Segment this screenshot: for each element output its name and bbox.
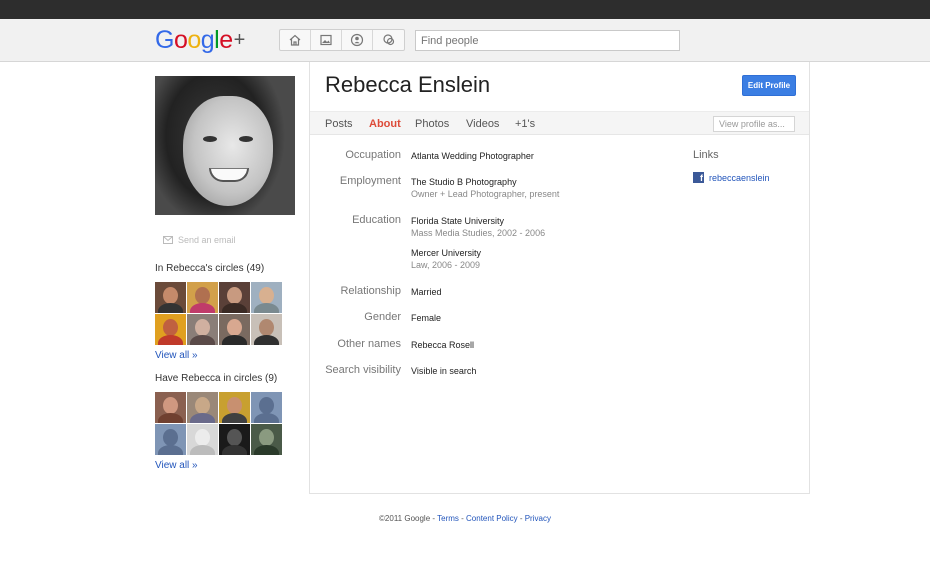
find-people-input[interactable] — [415, 30, 680, 51]
circle-avatar[interactable] — [187, 392, 218, 423]
have-in-circles-title: Have Rebecca in circles (9) — [155, 373, 278, 384]
other-names-label: Other names — [337, 338, 401, 350]
content-policy-link[interactable]: Content Policy — [466, 514, 518, 523]
privacy-link[interactable]: Privacy — [525, 514, 551, 523]
profile-photo-face — [183, 96, 273, 206]
tab-photos[interactable]: Photos — [415, 118, 449, 130]
photos-icon[interactable] — [311, 30, 342, 50]
education-detail: Law, 2006 - 2009 — [411, 260, 481, 270]
logo-letter: o — [187, 26, 201, 54]
top-bar — [0, 0, 930, 19]
tab-about[interactable]: About — [369, 118, 401, 130]
have-in-circles-thumbs — [155, 392, 295, 455]
gender-label: Gender — [364, 311, 401, 323]
left-column: Send an email In Rebecca's circles (49) … — [155, 76, 295, 471]
education-school: Mercer University — [411, 248, 482, 258]
view-all-have-circles-link[interactable]: View all » — [155, 460, 295, 471]
circle-avatar[interactable] — [219, 424, 250, 455]
profile-name: Rebecca Enslein — [325, 72, 491, 97]
employment-label: Employment — [339, 175, 401, 187]
education-school: Florida State University — [411, 216, 505, 226]
header: Google+ — [0, 19, 930, 62]
nav-icon-bar — [279, 29, 405, 51]
circle-avatar[interactable] — [155, 314, 186, 345]
circle-avatar[interactable] — [155, 392, 186, 423]
default-avatar[interactable] — [155, 424, 186, 455]
relationship-label: Relationship — [340, 285, 401, 297]
google-plus-logo[interactable]: Google+ — [155, 26, 245, 55]
circle-avatar[interactable] — [219, 392, 250, 423]
circle-avatar[interactable] — [187, 314, 218, 345]
employment-value: The Studio B Photography — [411, 177, 517, 187]
profile-photo-eye — [203, 136, 217, 142]
relationship-value: Married — [411, 287, 442, 297]
footer-copyright: ©2011 Google - — [379, 514, 438, 523]
search-visibility-label: Search visibility — [325, 364, 401, 376]
other-names-value: Rebecca Rosell — [411, 340, 475, 350]
circles-icon[interactable] — [373, 30, 404, 50]
profile-photo[interactable] — [155, 76, 295, 215]
footer: ©2011 Google - Terms - Content Policy - … — [0, 514, 930, 523]
profile-tabs: Posts About Photos Videos +1's View prof… — [310, 111, 809, 135]
terms-link[interactable]: Terms — [437, 514, 459, 523]
logo-letter: G — [155, 26, 174, 54]
view-all-in-circles-link[interactable]: View all » — [155, 350, 295, 361]
circle-avatar[interactable] — [251, 282, 282, 313]
edit-profile-button[interactable]: Edit Profile — [742, 75, 796, 96]
circle-avatar[interactable] — [187, 424, 218, 455]
logo-plus: + — [233, 29, 246, 51]
envelope-icon — [163, 236, 173, 244]
footer-separator: - — [458, 514, 467, 523]
education-label: Education — [352, 214, 401, 226]
footer-separator: - — [517, 514, 525, 523]
gender-value: Female — [411, 313, 442, 323]
employment-sub: Owner + Lead Photographer, present — [411, 189, 560, 199]
in-circles-title: In Rebecca's circles (49) — [155, 263, 265, 274]
circle-avatar[interactable] — [219, 282, 250, 313]
tab-videos[interactable]: Videos — [466, 118, 499, 130]
logo-letter: o — [173, 26, 188, 54]
profile-photo-eye — [239, 136, 253, 142]
send-email-link[interactable]: Send an email — [163, 235, 295, 245]
occupation-label: Occupation — [345, 149, 401, 161]
in-circles-thumbs — [155, 282, 295, 345]
tab-posts[interactable]: Posts — [325, 118, 353, 130]
logo-letter: g — [200, 26, 215, 54]
default-avatar[interactable] — [251, 392, 282, 423]
education-detail: Mass Media Studies, 2002 - 2006 — [411, 228, 546, 238]
occupation-value: Atlanta Wedding Photographer — [411, 151, 534, 161]
view-profile-as-select[interactable]: View profile as... — [713, 116, 795, 132]
circle-avatar[interactable] — [155, 282, 186, 313]
facebook-icon: f — [693, 172, 704, 183]
search-visibility-value: Visible in search — [411, 366, 477, 376]
links-title: Links — [693, 149, 719, 161]
circle-avatar[interactable] — [251, 424, 282, 455]
circle-avatar[interactable] — [187, 282, 218, 313]
logo-letter: e — [219, 26, 233, 54]
facebook-link-text: rebeccaenslein — [709, 172, 770, 183]
profile-main-panel: Rebecca Enslein Edit Profile Posts About… — [309, 62, 810, 494]
facebook-link[interactable]: f rebeccaenslein — [693, 172, 770, 183]
circle-avatar[interactable] — [251, 314, 282, 345]
home-icon[interactable] — [280, 30, 311, 50]
send-email-label: Send an email — [178, 235, 236, 245]
profile-icon[interactable] — [342, 30, 373, 50]
circle-avatar[interactable] — [219, 314, 250, 345]
tab-plus-ones[interactable]: +1's — [515, 118, 535, 130]
